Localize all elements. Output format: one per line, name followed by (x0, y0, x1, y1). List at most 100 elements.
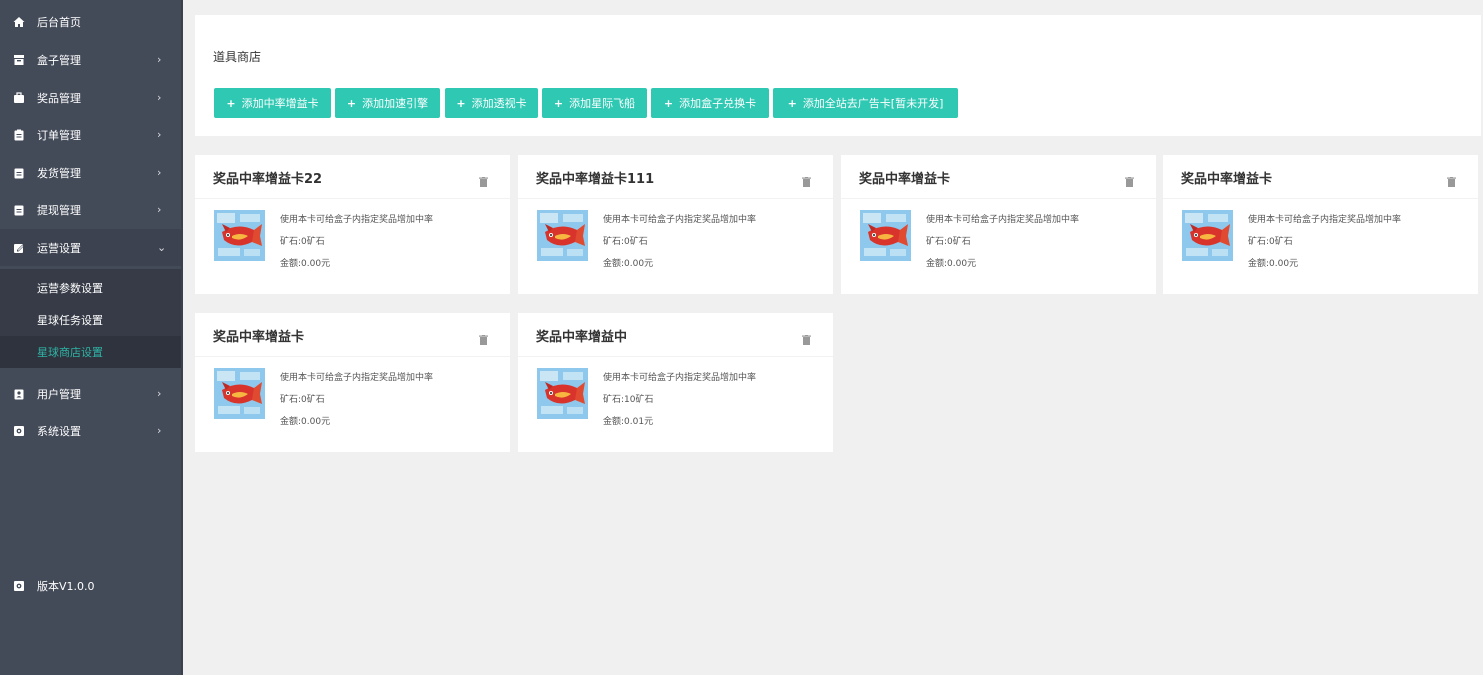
plus-icon: + (663, 96, 674, 110)
add-xray-card-button[interactable]: + 添加透视卡 (445, 88, 538, 118)
sidebar-item-label: 用户管理 (37, 387, 81, 401)
card-description: 使用本卡可给盒子内指定奖品增加中率 (1248, 215, 1402, 225)
card-title: 奖品中率增益卡 (213, 330, 305, 345)
sidebar: 后台首页 盒子管理 › 奖品管理 › 订单管理 › 发货管理 › 提现管理 › … (0, 0, 183, 675)
card-description: 使用本卡可给盒子内指定奖品增加中率 (926, 215, 1080, 225)
card-ore-price: 矿石:0矿石 (280, 395, 325, 405)
card-description: 使用本卡可给盒子内指定奖品增加中率 (280, 373, 434, 383)
sidebar-item-operations[interactable]: 运营设置 ⌄ (0, 229, 183, 266)
card-amount: 金额:0.00元 (280, 259, 331, 269)
chevron-right-icon: › (157, 424, 162, 437)
submenu-operations: 运营参数设置 星球任务设置 星球商店设置 (0, 269, 183, 368)
card-divider (1163, 198, 1478, 199)
trash-icon[interactable] (802, 330, 811, 345)
card-divider (195, 198, 510, 199)
add-ad-free-card-button[interactable]: + 添加全站去广告卡[暂未开发] (773, 88, 958, 118)
sidebar-subitem-operation-params[interactable]: 运营参数设置 (0, 272, 183, 304)
user-badge-icon (0, 388, 37, 400)
clipboard-icon (0, 204, 37, 216)
add-starship-button[interactable]: + 添加星际飞船 (542, 88, 647, 118)
card-ore-price: 矿石:0矿石 (603, 237, 648, 247)
sidebar-item-label: 盒子管理 (37, 53, 81, 67)
card-thumbnail (1182, 210, 1233, 261)
home-icon (0, 16, 37, 28)
card-thumbnail (860, 210, 911, 261)
settings-icon (0, 580, 37, 592)
chevron-right-icon: › (157, 166, 162, 179)
settings-icon (0, 425, 37, 437)
sidebar-subitem-label: 星球任务设置 (37, 314, 103, 327)
version-info: 版本V1.0.0 (0, 567, 183, 604)
trash-icon[interactable] (479, 330, 488, 345)
card-divider (518, 356, 833, 357)
sidebar-subitem-planet-tasks[interactable]: 星球任务设置 (0, 304, 183, 336)
card-amount: 金额:0.00元 (1248, 259, 1299, 269)
trash-icon[interactable] (1447, 172, 1456, 187)
bag-icon (0, 91, 37, 104)
trash-icon[interactable] (802, 172, 811, 187)
card-amount: 金额:0.00元 (926, 259, 977, 269)
card-divider (195, 356, 510, 357)
sidebar-subitem-planet-shop[interactable]: 星球商店设置 (0, 336, 183, 368)
card-ore-price: 矿石:10矿石 (603, 395, 654, 405)
card-amount: 金额:0.00元 (280, 417, 331, 427)
button-label: 添加中率增益卡 (241, 97, 319, 110)
add-rate-boost-card-button[interactable]: + 添加中率增益卡 (214, 88, 331, 118)
prop-card: 奖品中率增益卡 使用本卡可给盒子内指定奖品增加中率 矿石:0矿石 金额:0.00元 (1163, 155, 1478, 294)
card-thumbnail (537, 368, 588, 419)
prop-card: 奖品中率增益卡111 使用本卡可给盒子内指定奖品增加中率 矿石:0矿石 金额:0.00… (518, 155, 833, 294)
plus-icon: + (346, 96, 357, 110)
sidebar-item-label: 订单管理 (37, 128, 81, 142)
sidebar-item-label: 后台首页 (37, 15, 81, 29)
card-amount: 金额:0.00元 (603, 259, 654, 269)
trash-icon[interactable] (479, 172, 488, 187)
button-label: 添加全站去广告卡[暂未开发] (802, 97, 944, 110)
sidebar-item-users[interactable]: 用户管理 › (0, 375, 183, 412)
sidebar-item-label: 系统设置 (37, 424, 81, 438)
version-label: 版本V1.0.0 (37, 579, 95, 593)
button-label: 添加加速引擎 (362, 97, 429, 110)
add-box-exchange-card-button[interactable]: + 添加盒子兑换卡 (651, 88, 769, 118)
card-title: 奖品中率增益卡 (1181, 172, 1273, 187)
plus-icon: + (226, 96, 236, 110)
card-thumbnail (214, 210, 265, 261)
card-title: 奖品中率增益卡111 (536, 172, 655, 187)
sidebar-item-prize[interactable]: 奖品管理 › (0, 79, 183, 116)
card-amount: 金额:0.01元 (603, 417, 654, 427)
chevron-right-icon: › (157, 203, 162, 216)
box-icon (0, 54, 37, 66)
sidebar-item-box[interactable]: 盒子管理 › (0, 41, 183, 78)
prop-card: 奖品中率增益卡 使用本卡可给盒子内指定奖品增加中率 矿石:0矿石 金额:0.00元 (841, 155, 1156, 294)
card-ore-price: 矿石:0矿石 (926, 237, 971, 247)
plus-icon: + (787, 96, 797, 110)
card-thumbnail (214, 368, 265, 419)
sidebar-item-label: 运营设置 (37, 241, 81, 255)
sidebar-item-label: 提现管理 (37, 203, 81, 217)
shop-header-panel: 道具商店 + 添加中率增益卡 + 添加加速引擎 + 添加透视卡 + 添加星际飞船 + 添加… (195, 15, 1481, 136)
button-label: 添加透视卡 (471, 97, 527, 110)
sidebar-item-home[interactable]: 后台首页 (0, 3, 183, 40)
button-label: 添加星际飞船 (569, 97, 636, 110)
card-description: 使用本卡可给盒子内指定奖品增加中率 (603, 215, 757, 225)
card-divider (518, 198, 833, 199)
sidebar-item-shipping[interactable]: 发货管理 › (0, 154, 183, 191)
sidebar-item-label: 发货管理 (37, 166, 81, 180)
prop-card: 奖品中率增益中 使用本卡可给盒子内指定奖品增加中率 矿石:10矿石 金额:0.01元 (518, 313, 833, 452)
plus-icon: + (456, 96, 466, 110)
sidebar-item-withdraw[interactable]: 提现管理 › (0, 191, 183, 228)
button-label: 添加盒子兑换卡 (679, 97, 757, 110)
trash-icon[interactable] (1125, 172, 1134, 187)
sidebar-item-orders[interactable]: 订单管理 › (0, 116, 183, 153)
card-description: 使用本卡可给盒子内指定奖品增加中率 (280, 215, 434, 225)
card-description: 使用本卡可给盒子内指定奖品增加中率 (603, 373, 757, 383)
sidebar-subitem-label: 星球商店设置 (37, 346, 103, 359)
chevron-right-icon: › (157, 53, 162, 66)
add-speed-engine-button[interactable]: + 添加加速引擎 (335, 88, 440, 118)
page-title: 道具商店 (213, 50, 262, 64)
sidebar-subitem-label: 运营参数设置 (37, 282, 103, 295)
card-title: 奖品中率增益卡22 (213, 172, 323, 187)
plus-icon: + (553, 96, 564, 110)
sidebar-item-system[interactable]: 系统设置 › (0, 412, 183, 449)
chevron-down-icon: ⌄ (157, 241, 167, 254)
clipboard-icon (0, 129, 37, 141)
